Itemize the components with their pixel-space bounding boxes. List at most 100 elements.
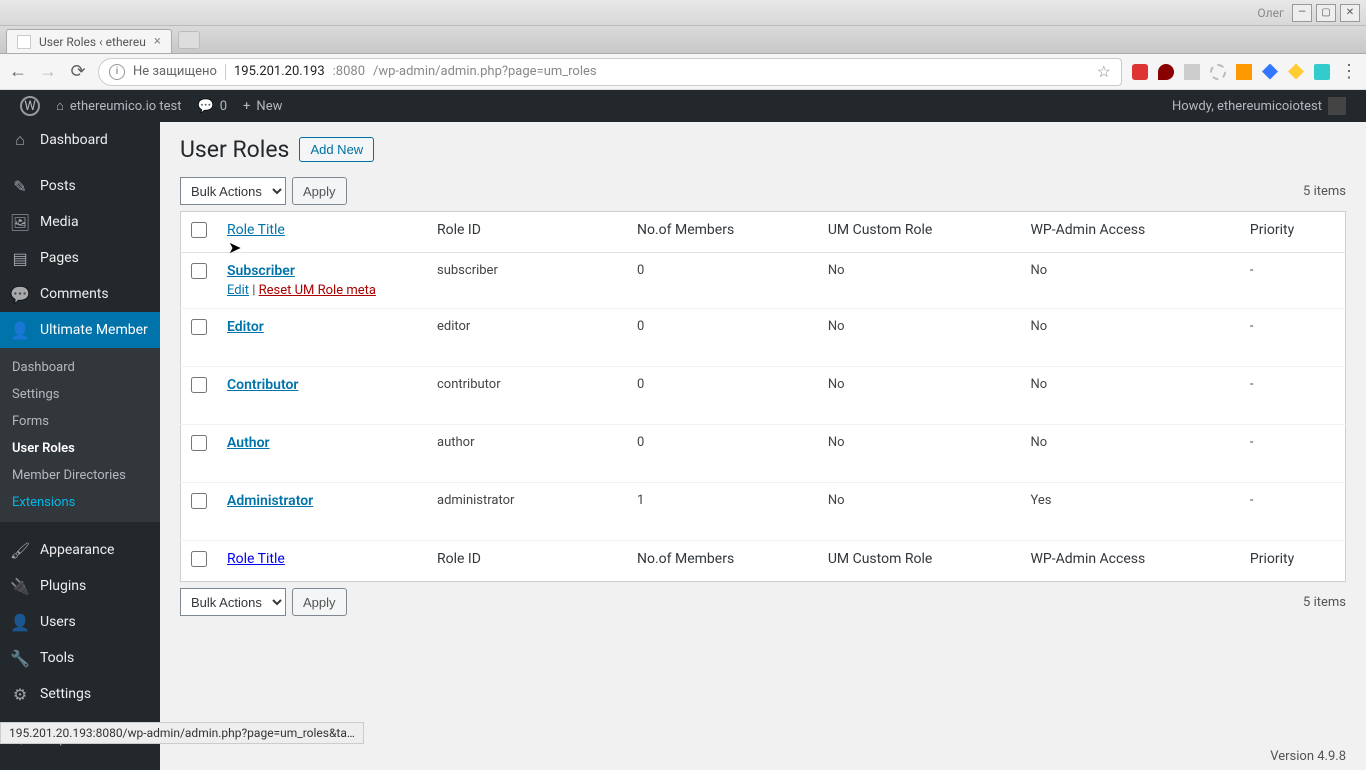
settings-icon: ⚙ [10, 684, 30, 704]
items-count: 5 items [1303, 184, 1346, 199]
posts-icon: ✎ [10, 176, 30, 196]
table-row: Editor editor 0 No No - [181, 309, 1346, 367]
apply-button-bottom[interactable]: Apply [292, 588, 347, 616]
browser-status-bar: 195.201.20.193:8080/wp-admin/admin.php?p… [0, 722, 364, 744]
window-minimize-button[interactable]: — [1292, 4, 1312, 22]
apply-button[interactable]: Apply [292, 177, 347, 205]
url-host: 195.201.20.193 [234, 64, 325, 79]
ext-icon-1[interactable] [1132, 64, 1148, 80]
nav-reload-icon[interactable]: ⟳ [68, 61, 88, 82]
bookmark-star-icon[interactable]: ☆ [1097, 62, 1111, 81]
col-role-id-bottom: Role ID [427, 541, 627, 582]
row-checkbox[interactable] [191, 319, 207, 335]
priority-cell: - [1240, 367, 1346, 425]
menu-settings[interactable]: ⚙Settings [0, 676, 160, 712]
role-title-link[interactable]: Editor [227, 319, 264, 335]
access-cell: No [1021, 309, 1240, 367]
members-cell: 0 [627, 425, 818, 483]
url-box[interactable]: i Не защищено 195.201.20.193:8080/wp-adm… [98, 58, 1122, 86]
submenu-forms[interactable]: Forms [0, 408, 160, 435]
window-close-button[interactable]: ✕ [1340, 4, 1360, 22]
row-action-reset[interactable]: Reset UM Role meta [259, 283, 376, 298]
custom-cell: No [818, 367, 1021, 425]
page-title: User Roles [180, 136, 289, 163]
browser-toolbar: ← → ⟳ i Не защищено 195.201.20.193:8080/… [0, 54, 1366, 90]
table-row: Author author 0 No No - [181, 425, 1346, 483]
submenu-dashboard[interactable]: Dashboard [0, 354, 160, 381]
select-all-checkbox-bottom[interactable] [191, 551, 207, 567]
menu-tools[interactable]: 🔧Tools [0, 640, 160, 676]
info-icon[interactable]: i [109, 64, 125, 80]
role-title-link[interactable]: Administrator [227, 493, 313, 509]
wp-logo[interactable]: W [12, 90, 48, 122]
url-path: /wp-admin/admin.php?page=um_roles [373, 64, 597, 79]
new-content-link[interactable]: +New [235, 90, 290, 122]
nav-forward-icon[interactable]: → [38, 61, 58, 82]
ext-icon-4[interactable] [1210, 64, 1226, 80]
members-cell: 0 [627, 309, 818, 367]
col-access: WP-Admin Access [1021, 212, 1240, 253]
col-role-id: Role ID [427, 212, 627, 253]
ext-icon-3[interactable] [1184, 64, 1200, 80]
comments-link[interactable]: 💬0 [190, 90, 236, 122]
bulk-actions-select-bottom[interactable]: Bulk Actions [180, 588, 286, 616]
browser-tab[interactable]: User Roles ‹ ethereu × [6, 29, 172, 53]
tab-close-icon[interactable]: × [154, 34, 161, 49]
pages-icon: ▤ [10, 248, 30, 268]
comment-bubble-icon: 💬 [198, 99, 214, 114]
menu-dashboard[interactable]: ⌂Dashboard [0, 122, 160, 158]
browser-tabstrip: User Roles ‹ ethereu × [0, 26, 1366, 54]
browser-menu-icon[interactable]: ⋮ [1340, 61, 1358, 82]
col-role-title[interactable]: Role Title [227, 222, 285, 238]
ext-icon-5[interactable] [1236, 64, 1252, 80]
select-all-checkbox[interactable] [191, 222, 207, 238]
menu-ultimate-member[interactable]: 👤Ultimate Member [0, 312, 160, 348]
custom-cell: No [818, 253, 1021, 309]
submenu-ultimate-member: Dashboard Settings Forms User Roles Memb… [0, 348, 160, 522]
row-checkbox[interactable] [191, 435, 207, 451]
row-checkbox[interactable] [191, 263, 207, 279]
media-icon: 🖼 [10, 212, 30, 232]
menu-plugins[interactable]: 🔌Plugins [0, 568, 160, 604]
howdy-account[interactable]: Howdy, ethereumicoiotest [1164, 90, 1354, 122]
window-titlebar: Олег — ▢ ✕ [0, 0, 1366, 26]
submenu-user-roles[interactable]: User Roles [0, 435, 160, 462]
menu-pages[interactable]: ▤Pages [0, 240, 160, 276]
menu-posts[interactable]: ✎Posts [0, 168, 160, 204]
os-username: Олег [1257, 6, 1284, 20]
role-title-link[interactable]: Subscriber [227, 263, 295, 279]
col-priority: Priority [1240, 212, 1346, 253]
col-members: No.of Members [627, 212, 818, 253]
menu-comments[interactable]: 💬Comments [0, 276, 160, 312]
role-title-link[interactable]: Contributor [227, 377, 298, 393]
row-checkbox[interactable] [191, 493, 207, 509]
submenu-member-directories[interactable]: Member Directories [0, 462, 160, 489]
submenu-extensions[interactable]: Extensions [0, 489, 160, 516]
home-icon: ⌂ [56, 98, 64, 114]
access-cell: Yes [1021, 483, 1240, 541]
ext-icon-2[interactable] [1158, 64, 1174, 80]
access-cell: No [1021, 425, 1240, 483]
menu-appearance[interactable]: 🖌Appearance [0, 532, 160, 568]
bulk-actions-select[interactable]: Bulk Actions [180, 177, 286, 205]
submenu-settings[interactable]: Settings [0, 381, 160, 408]
col-role-title-bottom[interactable]: Role Title [227, 551, 285, 567]
role-title-link[interactable]: Author [227, 435, 270, 451]
custom-cell: No [818, 309, 1021, 367]
new-tab-button[interactable] [178, 31, 200, 49]
menu-users[interactable]: 👤Users [0, 604, 160, 640]
nav-back-icon[interactable]: ← [8, 61, 28, 82]
site-name-link[interactable]: ⌂ethereumico.io test [48, 90, 190, 122]
window-maximize-button[interactable]: ▢ [1316, 4, 1336, 22]
row-action-edit[interactable]: Edit [227, 283, 249, 298]
row-checkbox[interactable] [191, 377, 207, 393]
col-custom-bottom: UM Custom Role [818, 541, 1021, 582]
tab-title: User Roles ‹ ethereu [39, 35, 146, 49]
custom-cell: No [818, 483, 1021, 541]
ext-icon-6[interactable] [1262, 64, 1278, 80]
menu-media[interactable]: 🖼Media [0, 204, 160, 240]
ext-icon-7[interactable] [1288, 64, 1304, 80]
ext-icon-8[interactable] [1314, 64, 1330, 80]
extension-icons [1132, 64, 1330, 80]
add-new-button[interactable]: Add New [299, 137, 374, 162]
